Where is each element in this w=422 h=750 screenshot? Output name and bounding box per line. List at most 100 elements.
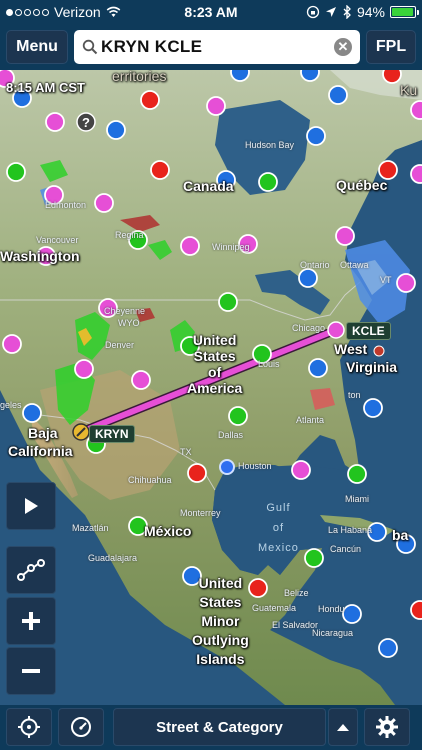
airport-marker-mvfr[interactable]: [230, 70, 250, 82]
route-button[interactable]: [6, 546, 56, 594]
airport-marker-lifr[interactable]: [131, 370, 151, 390]
unknown-icon: ?: [82, 115, 90, 130]
airport-marker-lifr[interactable]: [45, 112, 65, 132]
destination-marker[interactable]: [327, 321, 345, 339]
label-chicago: Chicago: [292, 323, 326, 333]
label-gulf-line-2: of: [272, 522, 285, 534]
label-gulf-line-1: Gulf: [266, 502, 291, 514]
label-cancun: Cancún: [330, 544, 362, 554]
settings-button[interactable]: [364, 708, 410, 746]
battery-icon: [390, 6, 419, 18]
airport-marker-lifr[interactable]: [410, 164, 422, 184]
airport-marker-ifr[interactable]: [140, 90, 160, 110]
label-houston: Houston: [238, 461, 272, 471]
destination-airport-tag[interactable]: KCLE: [346, 322, 391, 340]
airport-marker-ifr[interactable]: [382, 70, 402, 84]
airport-marker-ifr[interactable]: [248, 578, 268, 598]
airport-marker-lifr[interactable]: [291, 460, 311, 480]
search-input[interactable]: KRYN KCLE: [101, 37, 202, 57]
label-washington: Washington: [0, 248, 80, 264]
label-us-line-4: America: [187, 380, 243, 396]
label-ottawa: Ottawa: [340, 260, 369, 270]
label-ontario: Ontario: [300, 260, 330, 270]
airport-marker-lifr[interactable]: [396, 273, 416, 293]
gauge-icon: [71, 717, 91, 737]
airport-marker-ifr[interactable]: [187, 463, 207, 483]
map-layer-selector[interactable]: Street & Category: [113, 708, 326, 746]
label-nicaragua: Nicaragua: [312, 628, 354, 638]
label-dallas: Dallas: [218, 430, 244, 440]
radar-timestamp: 8:15 AM CST: [6, 80, 85, 95]
status-right: 94%: [306, 4, 419, 20]
airport-marker-vfr[interactable]: [228, 406, 248, 426]
airport-marker-lifr[interactable]: [335, 226, 355, 246]
airport-marker-vfr[interactable]: [347, 464, 367, 484]
airport-marker-lifr[interactable]: [206, 96, 226, 116]
label-louis: Louis: [258, 359, 280, 369]
airport-marker-vfr[interactable]: [258, 172, 278, 192]
search-field[interactable]: KRYN KCLE ✕: [74, 30, 360, 64]
label-geles: geles: [0, 400, 22, 410]
origin-airport-tag[interactable]: KRYN: [89, 425, 135, 443]
airport-marker-mvfr[interactable]: [363, 398, 383, 418]
label-chihuahua: Chihuahua: [128, 475, 172, 485]
layer-expand-button[interactable]: [328, 708, 358, 746]
label-umi-line-4: Outlying: [192, 632, 249, 648]
airport-marker-mvfr[interactable]: [328, 85, 348, 105]
clear-icon[interactable]: ✕: [334, 38, 352, 56]
label-wv-line-2: Virginia: [346, 359, 398, 375]
fpl-button[interactable]: FPL: [366, 30, 416, 64]
airport-marker-lifr[interactable]: [180, 236, 200, 256]
airport-marker-mvfr[interactable]: [342, 604, 362, 624]
airport-marker-mvfr[interactable]: [306, 126, 326, 146]
instruments-button[interactable]: [58, 708, 104, 746]
label-ku: Ku: [400, 82, 418, 98]
chevron-up-icon: [337, 724, 349, 731]
label-umi-line-3: Minor: [201, 613, 240, 629]
label-wv-line-1: West: [334, 341, 368, 357]
locate-button[interactable]: [6, 708, 52, 746]
play-button[interactable]: [6, 482, 56, 530]
airport-marker-mvfr[interactable]: [106, 120, 126, 140]
label-territories: erritories: [112, 70, 167, 84]
battery-percent: 94%: [356, 4, 385, 20]
label-quebec: Québec: [336, 177, 388, 193]
label-atlanta: Atlanta: [296, 415, 325, 425]
airport-marker-ifr[interactable]: [150, 160, 170, 180]
airport-marker-mvfr[interactable]: [378, 638, 398, 658]
menu-button[interactable]: Menu: [6, 30, 68, 64]
zoom-out-button[interactable]: [6, 647, 56, 695]
status-bar: Verizon 8:23 AM 94%: [0, 0, 422, 24]
airport-marker-ifr[interactable]: [410, 600, 422, 620]
battery-fill: [392, 8, 413, 16]
airport-marker-vfr[interactable]: [218, 292, 238, 312]
airport-marker-mvfr[interactable]: [298, 268, 318, 288]
label-guatemala: Guatemala: [252, 603, 297, 613]
label-umi-line-1: United: [198, 575, 243, 591]
airport-marker-vfr[interactable]: [304, 548, 324, 568]
label-us-line-2: States: [193, 348, 236, 364]
zoom-in-button[interactable]: [6, 597, 56, 645]
label-cheyenne: Cheyenne: [104, 306, 146, 316]
current-location-marker[interactable]: [219, 459, 235, 475]
label-mazatlan: Mazatlán: [72, 523, 109, 533]
label-cuba-partial: ba: [392, 527, 409, 543]
label-umi-line-2: States: [199, 594, 242, 610]
airport-marker-mvfr[interactable]: [308, 358, 328, 378]
label-monterrey: Monterrey: [180, 508, 221, 518]
label-miami: Miami: [345, 494, 369, 504]
airport-marker-lifr[interactable]: [410, 100, 422, 120]
play-icon: [25, 498, 38, 514]
airport-marker-vfr[interactable]: [6, 162, 26, 182]
label-belize: Belize: [284, 588, 309, 598]
airport-marker-lifr[interactable]: [2, 334, 22, 354]
label-minor-outlying-islands: United States Minor Outlying Islands: [192, 574, 249, 669]
airport-marker-lifr[interactable]: [74, 359, 94, 379]
airport-marker-mvfr[interactable]: [300, 70, 320, 82]
label-us-line-1: United: [192, 332, 237, 348]
crosshair-icon: [18, 716, 40, 738]
airport-marker-mvfr[interactable]: [22, 403, 42, 423]
airport-marker-lifr[interactable]: [94, 193, 114, 213]
map-view[interactable]: ? 8:15 AM CST erritories Ku Canada Québe…: [0, 70, 422, 705]
label-regina: Regina: [115, 230, 144, 240]
